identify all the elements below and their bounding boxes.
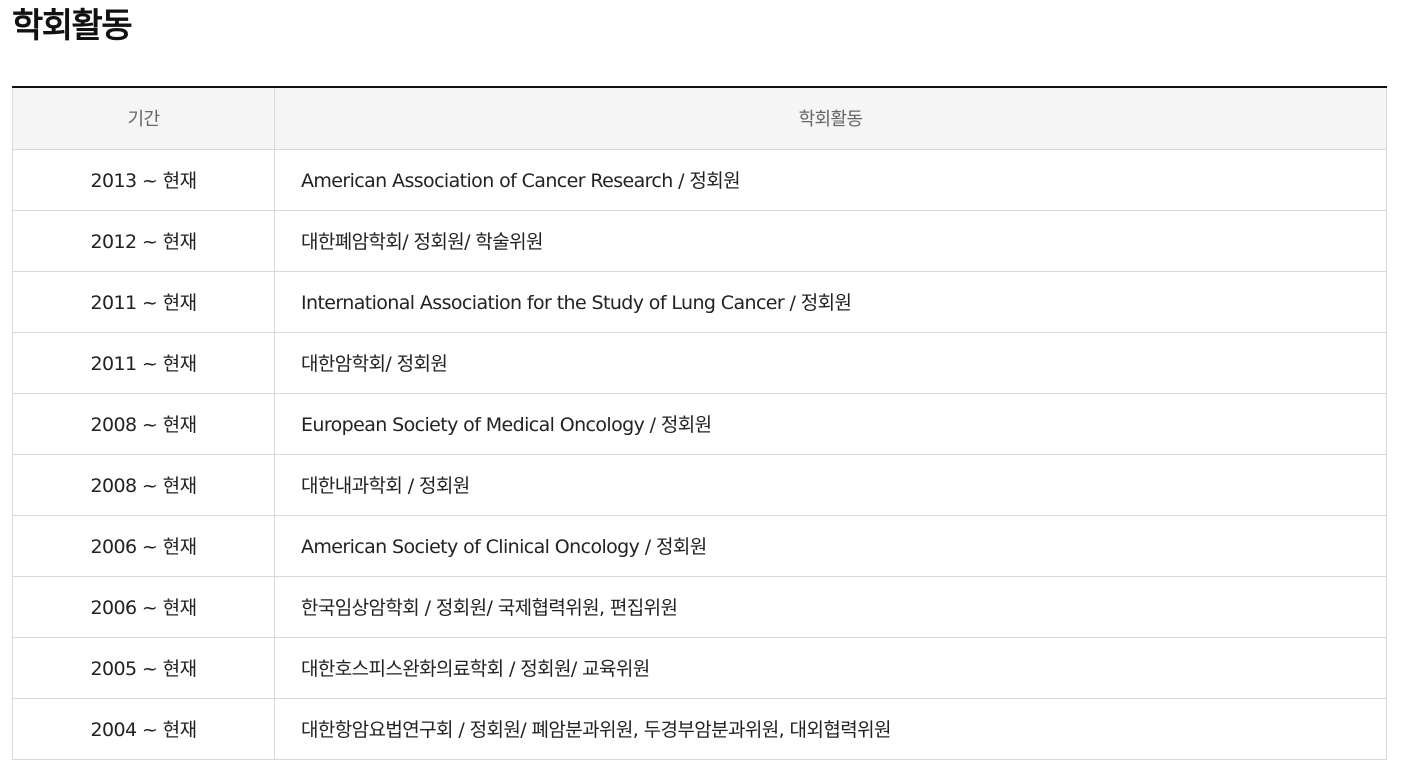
- activity-cell: 대한호스피스완화의료학회 / 정회원/ 교육위원: [274, 637, 1387, 699]
- activity-cell: 대한항암요법연구회 / 정회원/ 폐암분과위원, 두경부암분과위원, 대외협력위…: [274, 698, 1387, 760]
- table-body: 2013 ~ 현재 American Association of Cancer…: [12, 149, 1387, 760]
- activity-cell: 대한암학회/ 정회원: [274, 332, 1387, 394]
- period-cell: 2004 ~ 현재: [12, 698, 275, 760]
- table-row: 2008 ~ 현재 European Society of Medical On…: [12, 393, 1387, 455]
- table-row: 2011 ~ 현재 International Association for …: [12, 271, 1387, 333]
- activity-cell: American Society of Clinical Oncology / …: [274, 515, 1387, 577]
- page-title: 학회활동: [12, 6, 133, 46]
- period-cell: 2013 ~ 현재: [12, 149, 275, 211]
- activity-cell: 한국임상암학회 / 정회원/ 국제협력위원, 편집위원: [274, 576, 1387, 638]
- period-cell: 2005 ~ 현재: [12, 637, 275, 699]
- period-cell: 2012 ~ 현재: [12, 210, 275, 272]
- activity-cell: International Association for the Study …: [274, 271, 1387, 333]
- table-row: 2004 ~ 현재 대한항암요법연구회 / 정회원/ 폐암분과위원, 두경부암분…: [12, 698, 1387, 760]
- activity-cell: European Society of Medical Oncology / 정…: [274, 393, 1387, 455]
- table-header: 기간 학회활동: [12, 87, 1387, 150]
- table-row: 2006 ~ 현재 American Society of Clinical O…: [12, 515, 1387, 577]
- period-cell: 2006 ~ 현재: [12, 515, 275, 577]
- activity-column-header: 학회활동: [274, 87, 1387, 150]
- activity-cell: 대한내과학회 / 정회원: [274, 454, 1387, 516]
- activity-cell: American Association of Cancer Research …: [274, 149, 1387, 211]
- period-cell: 2008 ~ 현재: [12, 454, 275, 516]
- table-row: 2008 ~ 현재 대한내과학회 / 정회원: [12, 454, 1387, 516]
- society-activity-table: 기간 학회활동 2013 ~ 현재 American Association o…: [12, 86, 1387, 760]
- activity-cell: 대한폐암학회/ 정회원/ 학술위원: [274, 210, 1387, 272]
- period-cell: 2008 ~ 현재: [12, 393, 275, 455]
- table-row: 2011 ~ 현재 대한암학회/ 정회원: [12, 332, 1387, 394]
- table-header-row: 기간 학회활동: [12, 87, 1387, 150]
- period-column-header: 기간: [12, 87, 275, 150]
- table-row: 2013 ~ 현재 American Association of Cancer…: [12, 149, 1387, 211]
- period-cell: 2006 ~ 현재: [12, 576, 275, 638]
- table-row: 2005 ~ 현재 대한호스피스완화의료학회 / 정회원/ 교육위원: [12, 637, 1387, 699]
- table-row: 2006 ~ 현재 한국임상암학회 / 정회원/ 국제협력위원, 편집위원: [12, 576, 1387, 638]
- period-cell: 2011 ~ 현재: [12, 332, 275, 394]
- table-row: 2012 ~ 현재 대한폐암학회/ 정회원/ 학술위원: [12, 210, 1387, 272]
- period-cell: 2011 ~ 현재: [12, 271, 275, 333]
